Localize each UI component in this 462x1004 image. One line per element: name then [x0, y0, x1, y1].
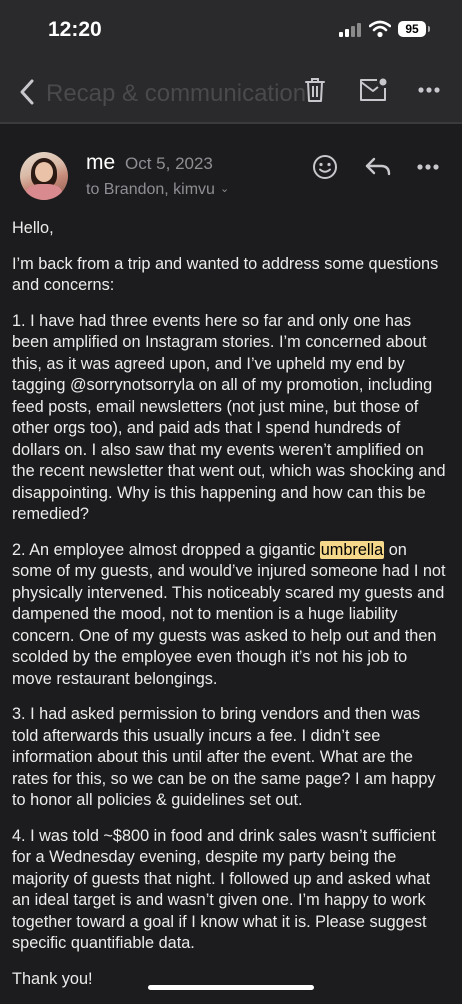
ellipsis-icon[interactable]	[412, 73, 446, 107]
search-highlight: umbrella	[319, 540, 385, 559]
point-2-text-end: on some of my guests, and would’ve injur…	[12, 540, 446, 688]
email-subject-title: Recap & communication	[46, 80, 307, 107]
chevron-down-icon: ⌄	[219, 183, 230, 195]
recipients-toggle[interactable]: to Brandon, kimvu ⌄	[86, 181, 229, 199]
message-date: Oct 5, 2023	[125, 154, 213, 173]
home-indicator[interactable]	[148, 985, 314, 990]
mail-unread-icon[interactable]	[356, 73, 390, 107]
battery-indicator: 95	[398, 21, 426, 37]
cellular-signal-icon	[339, 23, 363, 37]
point-2-paragraph: 2. An employee almost dropped a gigantic…	[12, 540, 448, 691]
point-1-paragraph: 1. I have had three events here so far a…	[12, 311, 446, 524]
point-2-text-start: 2. An employee almost dropped a gigantic	[12, 540, 320, 559]
status-bar: 12:20 95	[0, 0, 462, 60]
recipients-text: to Brandon, kimvu	[86, 181, 215, 198]
greeting: Hello,	[12, 219, 54, 237]
message-body: Hello, I’m back from a trip and wanted t…	[12, 218, 448, 1004]
point-4-paragraph: 4. I was told ~$800 in food and drink sa…	[12, 826, 436, 953]
chevron-left-icon[interactable]	[10, 72, 44, 112]
wifi-icon	[369, 20, 391, 38]
reply-icon[interactable]	[362, 151, 394, 183]
point-3-paragraph: 3. I had asked permission to bring vendo…	[12, 705, 436, 809]
message-header: me Oct 5, 2023 to Brandon, kimvu ⌄	[0, 124, 462, 214]
message-more-icon[interactable]	[412, 151, 444, 183]
intro-paragraph: I’m back from a trip and wanted to addre…	[12, 254, 439, 295]
battery-tip	[428, 26, 430, 32]
navigation-bar: Recap & communication	[0, 60, 462, 122]
sender-name: me	[86, 151, 116, 174]
smiley-icon[interactable]	[309, 151, 341, 183]
avatar[interactable]	[20, 152, 68, 200]
trash-icon[interactable]	[300, 73, 330, 107]
status-time: 12:20	[48, 18, 102, 41]
